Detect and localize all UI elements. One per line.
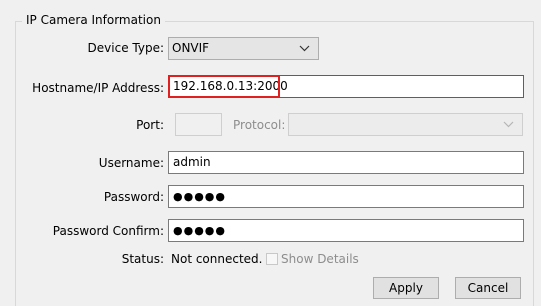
password-label: Password: <box>103 190 164 204</box>
chevron-down-icon <box>503 121 514 128</box>
password-confirm-label: Password Confirm: <box>52 224 164 238</box>
device-type-label: Device Type: <box>87 41 164 55</box>
username-label: Username: <box>98 156 164 170</box>
password-confirm-input[interactable]: ●●●●● <box>168 219 524 242</box>
hostname-label: Hostname/IP Address: <box>32 81 164 95</box>
protocol-label: Protocol: <box>233 118 286 132</box>
hostname-highlight-box <box>168 75 280 98</box>
show-details-checkbox[interactable] <box>266 253 278 265</box>
apply-button[interactable]: Apply <box>373 277 439 299</box>
port-label: Port: <box>136 118 164 132</box>
show-details-label: Show Details <box>281 252 359 266</box>
status-label: Status: <box>121 252 164 266</box>
username-input[interactable]: admin <box>168 151 524 174</box>
chevron-down-icon <box>299 45 310 52</box>
group-title: IP Camera Information <box>22 13 165 27</box>
device-type-value: ONVIF <box>172 41 210 55</box>
protocol-select[interactable] <box>288 113 523 136</box>
device-type-select[interactable]: ONVIF <box>168 37 319 60</box>
status-value: Not connected. <box>171 252 263 266</box>
port-input[interactable] <box>175 113 222 136</box>
cancel-button[interactable]: Cancel <box>455 277 521 299</box>
password-input[interactable]: ●●●●● <box>168 185 524 208</box>
